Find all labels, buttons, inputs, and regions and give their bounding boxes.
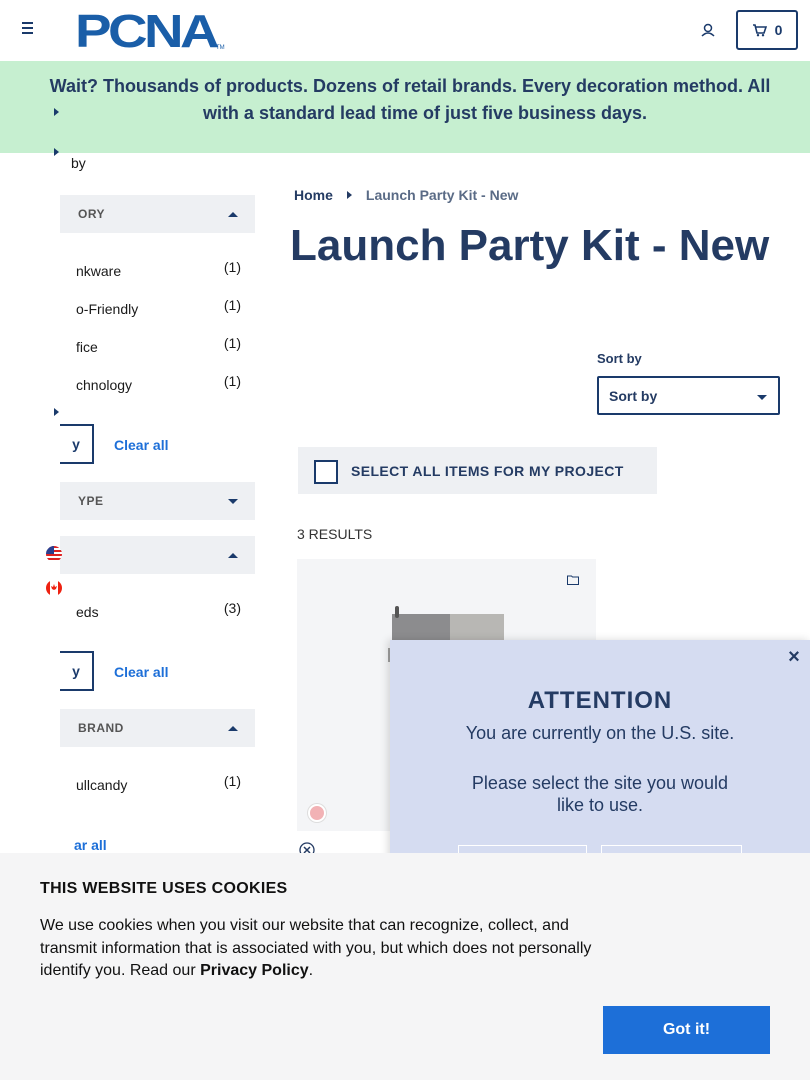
apply-button-label: y (72, 436, 80, 452)
filter-item-count: (1) (223, 297, 241, 313)
color-swatch[interactable] (308, 804, 326, 822)
breadcrumb-current: Launch Party Kit - New (365, 187, 519, 203)
clear-all-link[interactable]: Clear all (114, 437, 168, 453)
hamburger-menu-icon[interactable] (18, 20, 38, 40)
banner-line-2: with a standard lead time of just five b… (202, 103, 648, 123)
select-all-items[interactable]: SELECT ALL ITEMS FOR MY PROJECT (298, 447, 657, 494)
collapse-icon (228, 553, 238, 558)
svg-text:TM: TM (216, 45, 225, 51)
breadcrumb-home[interactable]: Home (294, 187, 333, 203)
us-flag-icon[interactable] (46, 546, 62, 562)
filter-item[interactable]: o-Friendly (1) (60, 297, 241, 323)
page-title: Launch Party Kit - New (290, 221, 770, 270)
filter-item-count: (1) (223, 335, 241, 351)
cookie-text: We use cookies when you visit our websit… (40, 915, 610, 983)
cookie-body: We use cookies when you visit our websit… (40, 917, 592, 979)
close-icon[interactable]: × (786, 647, 802, 667)
clear-all-link[interactable]: Clear all (114, 664, 168, 680)
sidebar-by-fragment: by (71, 155, 86, 171)
filter-item[interactable]: ullcandy (1) (60, 773, 241, 799)
filter-brand-title: BRAND (78, 721, 124, 735)
banner-line-1: Wait? Thousands of products. Dozens of r… (49, 76, 771, 96)
filter-item-label: eds (76, 604, 99, 620)
menu-expand-icon[interactable] (54, 408, 59, 416)
collapse-icon (228, 212, 238, 217)
filter-item-label: ullcandy (76, 777, 128, 793)
filter-item[interactable]: nkware (1) (60, 259, 241, 285)
svg-text:PCNA: PCNA (75, 8, 218, 52)
site-header: PCNA TM 0 (0, 0, 810, 61)
breadcrumb: Home Launch Party Kit - New (294, 186, 518, 204)
filter-item[interactable]: eds (3) (60, 600, 241, 626)
filter-category-title: ORY (78, 207, 106, 221)
collapse-icon (228, 726, 238, 731)
apply-button[interactable]: y (60, 424, 94, 464)
apply-button-label: y (72, 663, 80, 679)
menu-expand-icon[interactable] (54, 108, 59, 116)
filter-header[interactable] (60, 536, 255, 574)
cart-button[interactable]: 0 (736, 10, 798, 50)
cart-icon (752, 24, 767, 37)
chevron-down-icon (757, 395, 767, 400)
filter-type-header[interactable]: YPE (60, 482, 255, 520)
folder-icon[interactable] (567, 575, 579, 585)
results-count: 3 RESULTS (297, 526, 373, 542)
filter-item-count: (1) (223, 773, 241, 789)
filter-item-count: (3) (223, 600, 241, 616)
cookie-period: . (308, 962, 314, 979)
filter-item-count: (1) (223, 259, 241, 275)
menu-expand-icon[interactable] (54, 148, 59, 156)
filter-type-title: YPE (78, 494, 104, 508)
modal-current-site-text: You are currently on the U.S. site. (465, 723, 735, 743)
filter-item-label: o-Friendly (76, 301, 139, 317)
sort-select-value: Sort by (609, 387, 658, 404)
apply-button[interactable]: y (60, 651, 94, 691)
canada-flag-icon[interactable] (46, 580, 62, 596)
select-all-checkbox[interactable] (314, 460, 338, 484)
filter-item[interactable]: chnology (1) (60, 373, 241, 399)
filter-item-label: fice (76, 339, 98, 355)
breadcrumb-separator-icon (346, 191, 352, 199)
cookie-title: THIS WEBSITE USES COOKIES (40, 880, 288, 897)
privacy-policy-link[interactable]: Privacy Policy (200, 962, 309, 979)
filter-category-header[interactable]: ORY (60, 195, 255, 233)
account-icon[interactable] (698, 20, 718, 40)
filter-brand-header[interactable]: BRAND (60, 709, 255, 747)
clear-all-link[interactable]: ar all (74, 837, 107, 853)
filter-item-label: chnology (76, 377, 133, 393)
filter-item-label: nkware (76, 263, 122, 279)
cart-count: 0 (774, 22, 783, 38)
pcna-logo[interactable]: PCNA TM (75, 8, 225, 52)
modal-select-site-text: Please select the site you would like to… (471, 773, 729, 815)
select-all-label: SELECT ALL ITEMS FOR MY PROJECT (351, 463, 624, 479)
accept-cookies-button[interactable]: Got it! (603, 1006, 770, 1054)
modal-title: ATTENTION (527, 687, 673, 714)
filter-item[interactable]: fice (1) (60, 335, 241, 361)
expand-icon (228, 499, 238, 504)
sort-select[interactable]: Sort by (597, 376, 780, 415)
banner-text: Wait? Thousands of products. Dozens of r… (40, 73, 810, 127)
promo-banner: Wait? Thousands of products. Dozens of r… (0, 61, 810, 153)
filter-item-count: (1) (223, 373, 241, 389)
sort-label: Sort by (597, 351, 642, 366)
